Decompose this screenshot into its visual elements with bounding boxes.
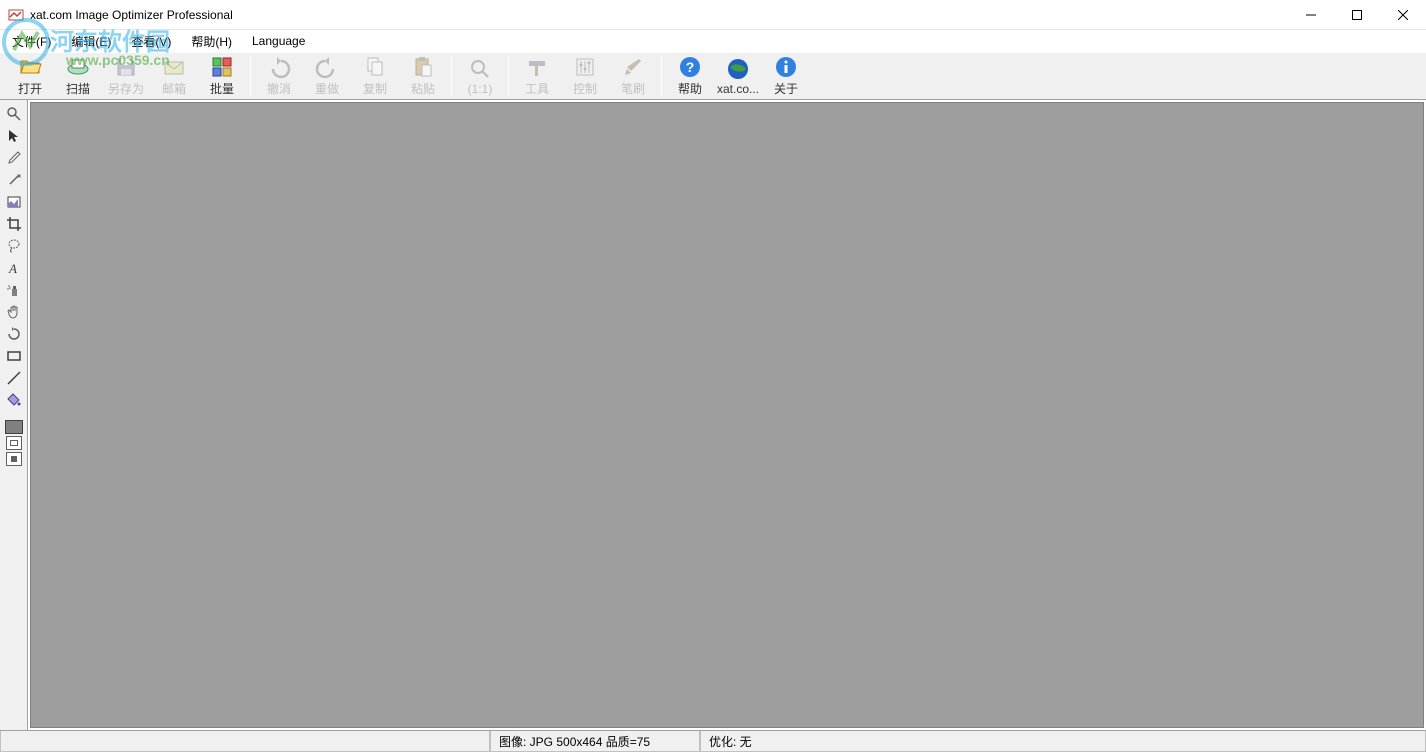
status-optimize-info: 优化: 无 xyxy=(700,731,1426,752)
text-tool[interactable]: A xyxy=(3,258,25,278)
canvas-workspace[interactable] xyxy=(30,102,1424,728)
brush-label: 笔刷 xyxy=(621,80,645,97)
undo-icon xyxy=(267,55,291,79)
undo-button[interactable]: 撤消 xyxy=(255,54,303,98)
info-icon xyxy=(774,55,798,79)
help-button[interactable]: ? 帮助 xyxy=(666,54,714,98)
brush-icon xyxy=(621,55,645,79)
minimize-button[interactable] xyxy=(1288,0,1334,30)
window-title: xat.com Image Optimizer Professional xyxy=(30,8,233,22)
magnify-tool[interactable] xyxy=(3,104,25,124)
menubar: 文件(F) 编辑(E) 查看(V) 帮助(H) Language xyxy=(0,30,1426,52)
titlebar: xat.com Image Optimizer Professional xyxy=(0,0,1426,30)
rotate-tool[interactable] xyxy=(3,324,25,344)
scanner-icon xyxy=(66,55,90,79)
xatcom-button[interactable]: xat.co... xyxy=(714,54,762,98)
menu-file[interactable]: 文件(F) xyxy=(8,31,55,52)
eyedropper-tool[interactable] xyxy=(3,148,25,168)
xatcom-label: xat.co... xyxy=(717,82,759,96)
close-button[interactable] xyxy=(1380,0,1426,30)
menu-language[interactable]: Language xyxy=(248,32,309,50)
svg-text:?: ? xyxy=(686,59,695,75)
about-button[interactable]: 关于 xyxy=(762,54,810,98)
pointer-tool[interactable] xyxy=(3,126,25,146)
menu-view[interactable]: 查看(V) xyxy=(127,31,175,52)
batch-icon xyxy=(210,55,234,79)
control-button[interactable]: 控制 xyxy=(561,54,609,98)
zoom-1-1-button[interactable]: (1:1) xyxy=(456,54,504,98)
brush-button[interactable]: 笔刷 xyxy=(609,54,657,98)
batch-label: 批量 xyxy=(210,80,234,97)
paste-icon xyxy=(411,55,435,79)
toolbar-separator xyxy=(661,56,662,96)
maximize-button[interactable] xyxy=(1334,0,1380,30)
about-label: 关于 xyxy=(774,80,798,97)
zoom-1-1-label: (1:1) xyxy=(468,82,493,96)
open-folder-icon xyxy=(18,55,42,79)
undo-label: 撤消 xyxy=(267,80,291,97)
mailbox-button[interactable]: 邮箱 xyxy=(150,54,198,98)
svg-text:A: A xyxy=(8,261,17,276)
mail-icon xyxy=(162,55,186,79)
copy-label: 复制 xyxy=(363,80,387,97)
open-label: 打开 xyxy=(18,80,42,97)
status-image-info: 图像: JPG 500x464 品质=75 xyxy=(490,731,700,752)
hammer-icon xyxy=(525,55,549,79)
control-label: 控制 xyxy=(573,80,597,97)
open-button[interactable]: 打开 xyxy=(6,54,54,98)
scan-label: 扫描 xyxy=(66,80,90,97)
line-tool[interactable] xyxy=(3,368,25,388)
help-icon: ? xyxy=(678,55,702,79)
toolbar-separator xyxy=(508,56,509,96)
menu-edit[interactable]: 编辑(E) xyxy=(67,31,115,52)
batch-button[interactable]: 批量 xyxy=(198,54,246,98)
toolbar-separator xyxy=(250,56,251,96)
rect-tool[interactable] xyxy=(3,346,25,366)
mailbox-label: 邮箱 xyxy=(162,80,186,97)
app-icon xyxy=(8,7,24,23)
globe-icon xyxy=(726,57,750,81)
hand-tool[interactable] xyxy=(3,302,25,322)
spray-tool[interactable] xyxy=(3,280,25,300)
tools-button[interactable]: 工具 xyxy=(513,54,561,98)
saveas-label: 另存为 xyxy=(108,80,144,97)
lasso-tool[interactable] xyxy=(3,236,25,256)
menu-help[interactable]: 帮助(H) xyxy=(187,31,236,52)
saveas-button[interactable]: 另存为 xyxy=(102,54,150,98)
paste-button[interactable]: 粘贴 xyxy=(399,54,447,98)
toolbar-separator xyxy=(451,56,452,96)
main-area: A xyxy=(0,100,1426,730)
statusbar: 图像: JPG 500x464 品质=75 优化: 无 xyxy=(0,730,1426,752)
fill-tool[interactable] xyxy=(3,390,25,410)
color-swatch-outline[interactable] xyxy=(6,452,22,466)
save-icon xyxy=(114,55,138,79)
control-panel-icon xyxy=(573,55,597,79)
help-label: 帮助 xyxy=(678,80,702,97)
redo-label: 重做 xyxy=(315,80,339,97)
redo-icon xyxy=(315,55,339,79)
magnifier-icon xyxy=(468,57,492,81)
image-tool[interactable] xyxy=(3,192,25,212)
copy-icon xyxy=(363,55,387,79)
tools-label: 工具 xyxy=(525,80,549,97)
left-toolbox: A xyxy=(0,100,28,730)
copy-button[interactable]: 复制 xyxy=(351,54,399,98)
crop-tool[interactable] xyxy=(3,214,25,234)
scan-button[interactable]: 扫描 xyxy=(54,54,102,98)
color-swatch-square-inset[interactable] xyxy=(6,436,22,450)
redo-button[interactable]: 重做 xyxy=(303,54,351,98)
status-blank xyxy=(0,731,490,752)
paste-label: 粘贴 xyxy=(411,80,435,97)
toolbar: 打开 扫描 另存为 邮箱 批量 xyxy=(0,52,1426,100)
wand-tool[interactable] xyxy=(3,170,25,190)
color-swatch-fill[interactable] xyxy=(5,420,23,434)
